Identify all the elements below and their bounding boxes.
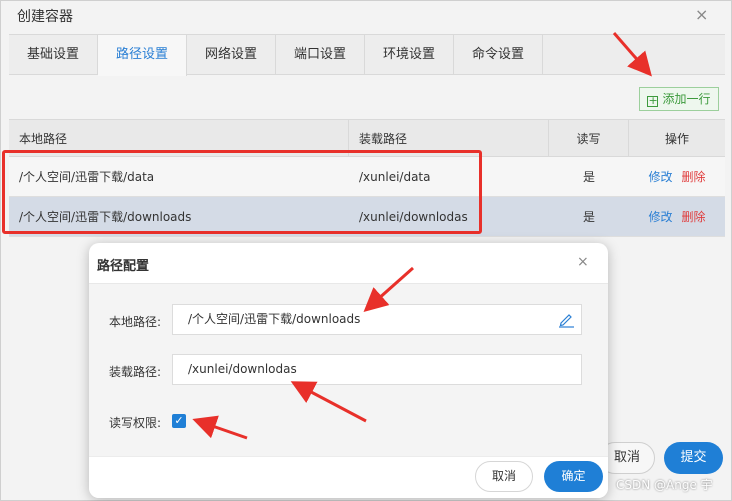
mount-path-input[interactable]: /xunlei/downlodas bbox=[172, 354, 582, 385]
close-icon[interactable]: × bbox=[695, 5, 708, 24]
mount-path-value: /xunlei/downlodas bbox=[188, 362, 297, 376]
delete-link[interactable]: 删除 bbox=[682, 208, 706, 225]
header-actions: 操作 bbox=[664, 131, 689, 146]
path-config-dialog: 路径配置 × 本地路径: /个人空间/迅雷下载/downloads 装载路径: … bbox=[89, 243, 608, 498]
confirm-button[interactable]: 确定 bbox=[544, 461, 603, 492]
dialog-title: 创建容器 bbox=[17, 9, 73, 25]
path-dialog-header: 路径配置 × bbox=[89, 243, 608, 284]
cell-actions: 修改 删除 bbox=[629, 197, 725, 236]
close-icon[interactable]: × bbox=[577, 254, 589, 270]
tab-environment[interactable]: 环境设置 bbox=[365, 35, 454, 75]
tab-basic[interactable]: 基础设置 bbox=[9, 35, 98, 75]
path-dialog-title: 路径配置 bbox=[97, 259, 150, 274]
tab-path[interactable]: 路径设置 bbox=[98, 35, 187, 76]
edit-pencil-icon[interactable] bbox=[558, 311, 575, 328]
delete-link[interactable]: 删除 bbox=[682, 168, 706, 185]
annotation-highlight-box bbox=[2, 150, 482, 234]
add-row-label: 添加一行 bbox=[662, 92, 711, 106]
local-path-value: /个人空间/迅雷下载/downloads bbox=[188, 312, 361, 326]
mount-path-label: 装载路径: bbox=[109, 365, 162, 379]
local-path-field[interactable]: /个人空间/迅雷下载/downloads bbox=[172, 304, 582, 335]
watermark: CSDN @Ange 宇 bbox=[616, 478, 713, 492]
cell-read-write: 是 bbox=[582, 170, 595, 184]
edit-link[interactable]: 修改 bbox=[648, 208, 672, 225]
read-write-label: 读写权限: bbox=[109, 416, 162, 430]
edit-link[interactable]: 修改 bbox=[648, 168, 672, 185]
tab-bar: 基础设置 路径设置 网络设置 端口设置 环境设置 命令设置 bbox=[9, 34, 725, 76]
read-write-checkbox[interactable]: ✓ bbox=[172, 414, 186, 428]
cell-read-write: 是 bbox=[582, 210, 595, 224]
tab-network[interactable]: 网络设置 bbox=[187, 35, 276, 75]
local-path-label: 本地路径: bbox=[109, 315, 162, 329]
tab-command[interactable]: 命令设置 bbox=[454, 35, 543, 75]
cancel-button[interactable]: 取消 bbox=[475, 461, 533, 492]
submit-button[interactable]: 提交 bbox=[664, 442, 723, 474]
header-read-write: 读写 bbox=[549, 120, 629, 156]
plus-square-icon: + bbox=[647, 94, 659, 107]
add-row-button[interactable]: + 添加一行 bbox=[639, 87, 719, 111]
cell-actions: 修改 删除 bbox=[629, 157, 725, 196]
tab-port[interactable]: 端口设置 bbox=[276, 35, 365, 75]
